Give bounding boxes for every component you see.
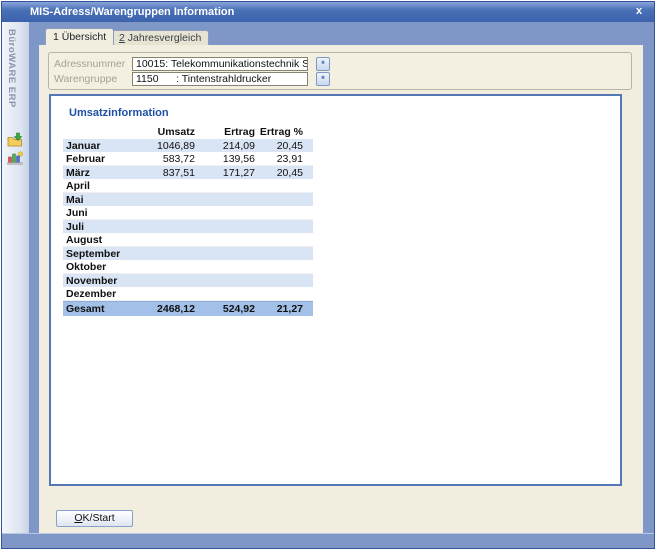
table-row: Januar 1046,89 214,09 20,45 (63, 139, 313, 152)
warengruppe-row: Warengruppe 1150 : Tintenstrahldrucker * (54, 72, 631, 86)
table-row: März 837,51 171,27 20,45 (63, 166, 313, 179)
ertrag-cell: 214,09 (195, 140, 255, 152)
table-row: Oktober (63, 260, 313, 274)
folder-import-icon[interactable] (7, 132, 24, 148)
month-cell: April (63, 180, 141, 192)
table-row: Juli (63, 220, 313, 233)
table-row: September (63, 247, 313, 260)
panel-title: Umsatzinformation (69, 107, 169, 119)
month-cell: Juli (63, 221, 141, 233)
app-window: MIS-Adress/Warengruppen Information x Bü… (1, 1, 655, 549)
filter-groupbox: Adressnummer 10015: Telekommunikationste… (48, 52, 632, 90)
ertrag-cell: 139,56 (195, 153, 255, 165)
content-box: Umsatzinformation Umsatz Ertrag Ertrag %… (49, 94, 622, 486)
bottom-frame-highlight (2, 533, 654, 534)
window-title: MIS-Adress/Warengruppen Information (30, 6, 234, 18)
left-sidebar: BüroWARE ERP (2, 22, 29, 533)
tab-uebersicht-label: 1 Übersicht (53, 31, 106, 43)
month-cell: Mai (63, 194, 141, 206)
month-cell: Juni (63, 207, 141, 219)
warengruppe-label: Warengruppe (54, 73, 132, 85)
table-row: April (63, 179, 313, 193)
header-umsatz: Umsatz (141, 126, 195, 138)
chart-icon[interactable] (7, 149, 24, 165)
pct-cell: 20,45 (255, 140, 303, 152)
header-ertrag-pct: Ertrag % (255, 126, 303, 138)
ok-start-label: K/Start (83, 512, 115, 524)
month-cell: Oktober (63, 261, 141, 273)
ok-start-mnemonic: O (74, 512, 82, 524)
pct-cell: 20,45 (255, 167, 303, 179)
month-cell: März (63, 167, 141, 179)
tab-jahresvergleich[interactable]: 2 Jahresvergleich (111, 30, 209, 45)
adressnummer-label: Adressnummer (54, 58, 132, 70)
header-ertrag: Ertrag (195, 126, 255, 138)
month-cell: Januar (63, 140, 141, 152)
warengruppe-lookup-icon[interactable]: * (316, 72, 330, 86)
pct-cell: 23,91 (255, 153, 303, 165)
adressnummer-field[interactable]: 10015: Telekommunikationstechnik Seip / … (132, 57, 308, 71)
brand-vertical-label: BüroWARE ERP (6, 29, 17, 139)
table-row: Juni (63, 206, 313, 220)
tab-uebersicht[interactable]: 1 Übersicht (45, 28, 114, 45)
total-ertrag-cell: 524,92 (195, 303, 255, 315)
adressnummer-lookup-icon[interactable]: * (316, 57, 330, 71)
table-total-row: Gesamt 2468,12 524,92 21,27 (63, 301, 313, 316)
total-umsatz-cell: 2468,12 (141, 303, 195, 315)
warengruppe-field[interactable]: 1150 : Tintenstrahldrucker (132, 72, 308, 86)
umsatz-cell: 583,72 (141, 153, 195, 165)
table-row: Dezember (63, 287, 313, 301)
table-row: November (63, 274, 313, 287)
total-pct-cell: 21,27 (255, 303, 303, 315)
main-panel: Adressnummer 10015: Telekommunikationste… (39, 45, 643, 533)
umsatz-cell: 837,51 (141, 167, 195, 179)
table-row: Mai (63, 193, 313, 206)
table-row: August (63, 233, 313, 247)
month-cell: Dezember (63, 288, 141, 300)
month-cell: September (63, 248, 141, 260)
window-titlebar[interactable]: MIS-Adress/Warengruppen Information x (2, 2, 654, 22)
sidebar-icon-bar (7, 132, 25, 166)
close-icon[interactable]: x (633, 4, 645, 18)
table-row: Februar 583,72 139,56 23,91 (63, 152, 313, 166)
month-cell: November (63, 275, 141, 287)
adressnummer-row: Adressnummer 10015: Telekommunikationste… (54, 57, 631, 71)
tab-jahresvergleich-label: Jahresvergleich (125, 32, 201, 44)
umsatz-cell: 1046,89 (141, 140, 195, 152)
umsatz-table: Umsatz Ertrag Ertrag % Januar 1046,89 21… (63, 124, 313, 316)
ertrag-cell: 171,27 (195, 167, 255, 179)
month-cell: August (63, 234, 141, 246)
month-cell: Februar (63, 153, 141, 165)
total-label-cell: Gesamt (63, 303, 141, 315)
ok-start-button[interactable]: OK/Start (56, 510, 133, 527)
table-header-row: Umsatz Ertrag Ertrag % (63, 124, 313, 139)
